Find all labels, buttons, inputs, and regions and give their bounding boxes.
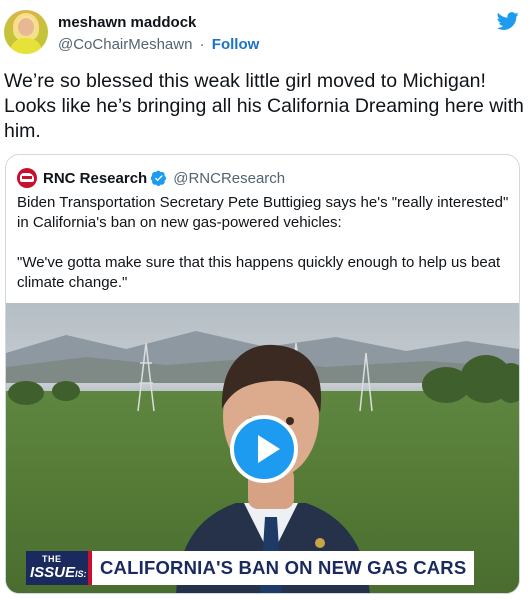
chyron-issue: ISSUEIS:: [30, 564, 87, 581]
author-avatar[interactable]: [4, 10, 48, 54]
follow-button[interactable]: Follow: [212, 36, 260, 53]
author-handle[interactable]: @CoChairMeshawn: [58, 36, 192, 53]
quoted-text: Biden Transportation Secretary Pete Butt…: [17, 193, 512, 313]
tweet-text: We’re so blessed this weak little girl m…: [4, 70, 524, 142]
quoted-paragraph-2: "We've gotta make sure that this happens…: [17, 254, 501, 291]
video-player[interactable]: THE ISSUEIS: CALIFORNIA'S BAN ON NEW GAS…: [6, 303, 519, 593]
verified-badge-icon: [151, 170, 167, 186]
quoted-author-handle[interactable]: @RNCResearch: [173, 170, 285, 187]
quoted-tweet[interactable]: RNC Research @RNCResearch Biden Transpor…: [5, 154, 520, 594]
tweet-card: meshawn maddock @CoChairMeshawn · Follow…: [0, 0, 530, 600]
author-name[interactable]: meshawn maddock: [58, 14, 196, 31]
play-icon[interactable]: [230, 415, 298, 483]
author-handle-row: @CoChairMeshawn · Follow: [58, 36, 259, 53]
chyron-logo: THE ISSUEIS:: [26, 551, 88, 585]
quoted-paragraph-1: Biden Transportation Secretary Pete Butt…: [17, 194, 509, 231]
chyron-is: IS:: [75, 569, 87, 579]
quoted-header: RNC Research @RNCResearch: [17, 168, 285, 188]
chyron: THE ISSUEIS: CALIFORNIA'S BAN ON NEW GAS…: [26, 551, 475, 585]
quoted-author-name[interactable]: RNC Research: [43, 170, 147, 187]
rnc-avatar[interactable]: [17, 168, 37, 188]
separator-dot: ·: [199, 36, 205, 53]
twitter-bird-icon[interactable]: [496, 10, 520, 32]
chyron-headline: CALIFORNIA'S BAN ON NEW GAS CARS: [88, 551, 475, 585]
chyron-the: THE: [42, 554, 62, 564]
